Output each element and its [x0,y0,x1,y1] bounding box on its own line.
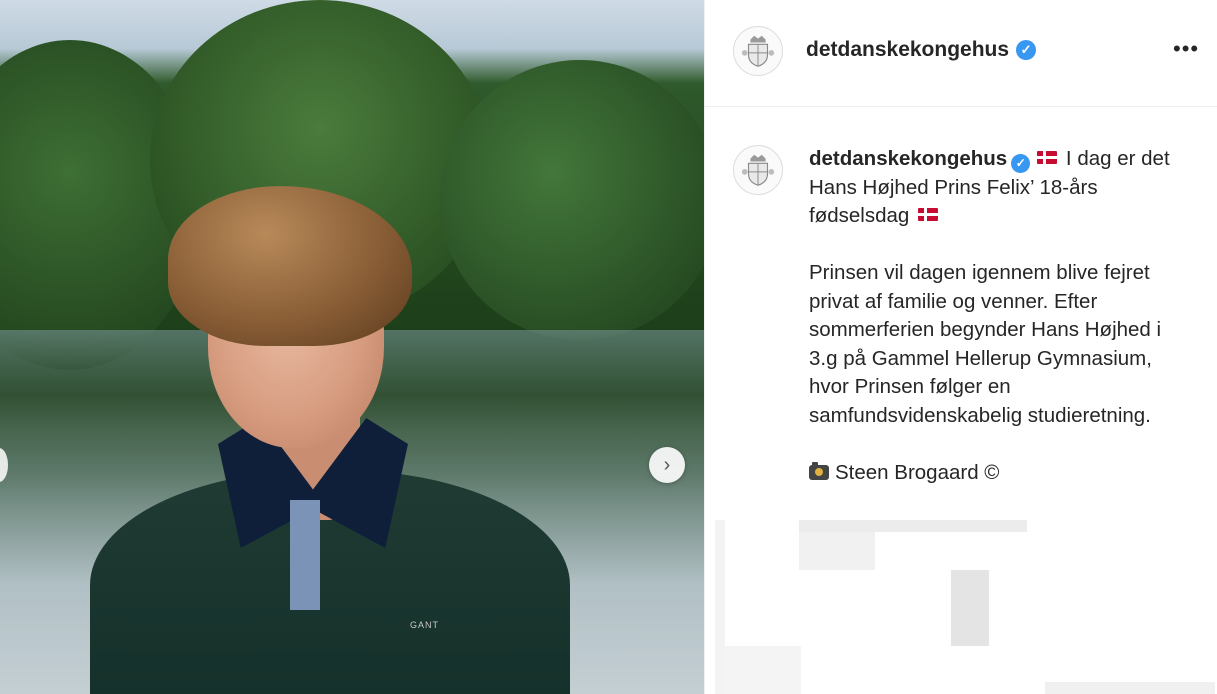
more-options-icon: ••• [1173,36,1200,61]
royal-crest-icon [741,154,775,186]
denmark-flag-icon [917,208,938,221]
post-author[interactable]: detdanskekongehus ✓ [806,38,1037,62]
blurred-comment [725,646,801,694]
caption-avatar[interactable] [733,145,783,195]
post-header: detdanskekongehus ✓ ••• [705,0,1217,107]
caption-username[interactable]: detdanskekongehus [809,147,1007,170]
camera-flash-icon [809,461,829,480]
denmark-flag-icon [1037,151,1058,164]
post-caption: detdanskekongehus ✓ I dag er det Hans Høj… [809,145,1189,487]
avatar[interactable] [733,26,783,76]
more-options-button[interactable]: ••• [1173,36,1199,62]
blurred-comment [799,532,875,570]
username[interactable]: detdanskekongehus [806,38,1009,62]
post-photo[interactable]: GANT › [0,0,704,694]
royal-crest-icon [741,35,775,67]
verified-badge-icon: ✓ [1011,153,1031,173]
blurred-comment [1045,682,1215,694]
next-photo-button[interactable]: › [649,447,685,483]
post-sidebar: detdanskekongehus ✓ ••• detdanskekongehu… [704,0,1217,694]
photo-credit: Steen Brogaard © [835,460,1000,484]
verified-badge-icon: ✓ [1016,40,1037,60]
blurred-comment [715,520,725,694]
blurred-comment [799,520,1027,532]
blurred-comment [951,570,989,646]
caption-paragraph: Prinsen vil dagen igennem blive fejret p… [809,261,1162,427]
tree-foliage-right [440,60,704,340]
chevron-right-icon: › [663,453,671,476]
shirt-logo: GANT [410,620,440,630]
shirt-placket [290,500,320,610]
